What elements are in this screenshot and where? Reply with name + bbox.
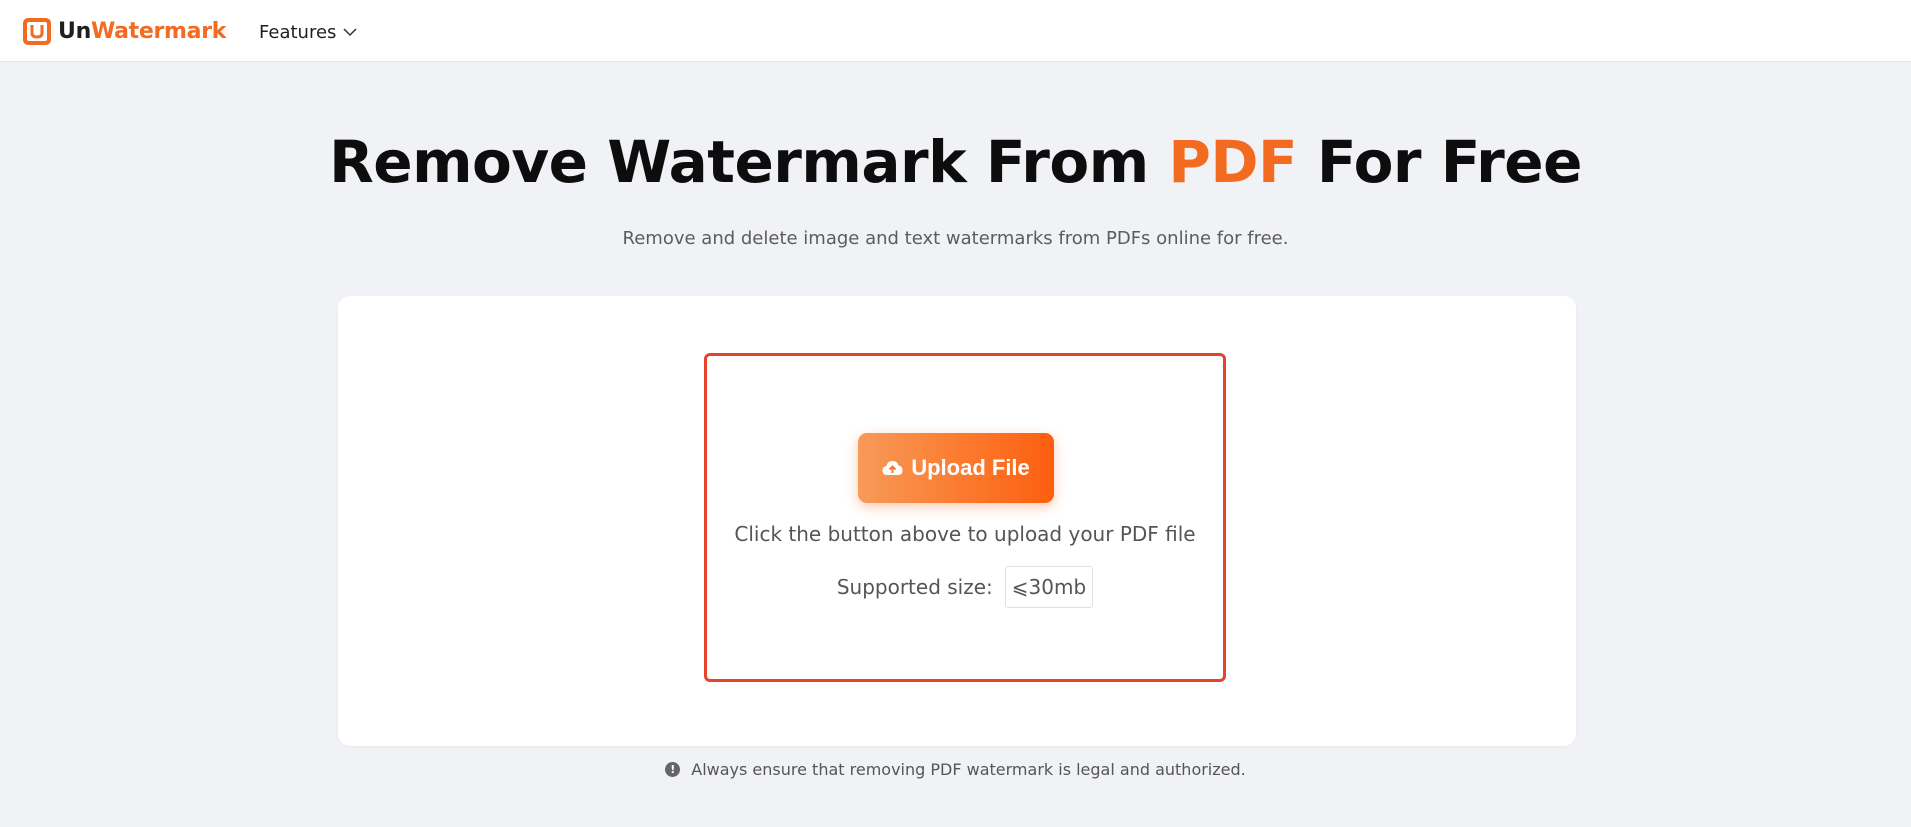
- chevron-down-icon: [343, 27, 357, 36]
- top-navbar: UnWatermark Features: [0, 0, 1911, 62]
- legal-notice-text: Always ensure that removing PDF watermar…: [691, 760, 1246, 779]
- logo-text-prefix: Un: [58, 18, 91, 44]
- title-accent: PDF: [1168, 128, 1298, 196]
- logo-text: UnWatermark: [58, 19, 226, 44]
- upload-file-button[interactable]: Upload File: [858, 433, 1054, 503]
- supported-size-row: Supported size: ⩽30mb: [704, 566, 1226, 608]
- cloud-upload-icon: [882, 461, 903, 475]
- legal-notice: ! Always ensure that removing PDF waterm…: [0, 760, 1911, 779]
- logo-text-suffix: Watermark: [90, 18, 227, 44]
- supported-size-label: Supported size:: [836, 575, 993, 599]
- features-menu[interactable]: Features: [259, 19, 357, 45]
- upload-dropzone[interactable]: [704, 353, 1226, 682]
- title-part-1: Remove Watermark From: [329, 128, 1169, 196]
- upload-file-label: Upload File: [911, 455, 1030, 480]
- upload-hint: Click the button above to upload your PD…: [734, 522, 1196, 546]
- title-part-2: For Free: [1297, 128, 1583, 196]
- exclamation-circle-icon: !: [665, 762, 681, 777]
- logo-icon: [23, 18, 51, 45]
- features-menu-label: Features: [259, 21, 337, 43]
- unwatermark-logo[interactable]: UnWatermark: [22, 15, 226, 47]
- page-title: Remove Watermark From PDF For Free: [0, 128, 1911, 196]
- supported-size-badge: ⩽30mb: [1004, 566, 1094, 608]
- page-subtitle: Remove and delete image and text waterma…: [622, 228, 1289, 249]
